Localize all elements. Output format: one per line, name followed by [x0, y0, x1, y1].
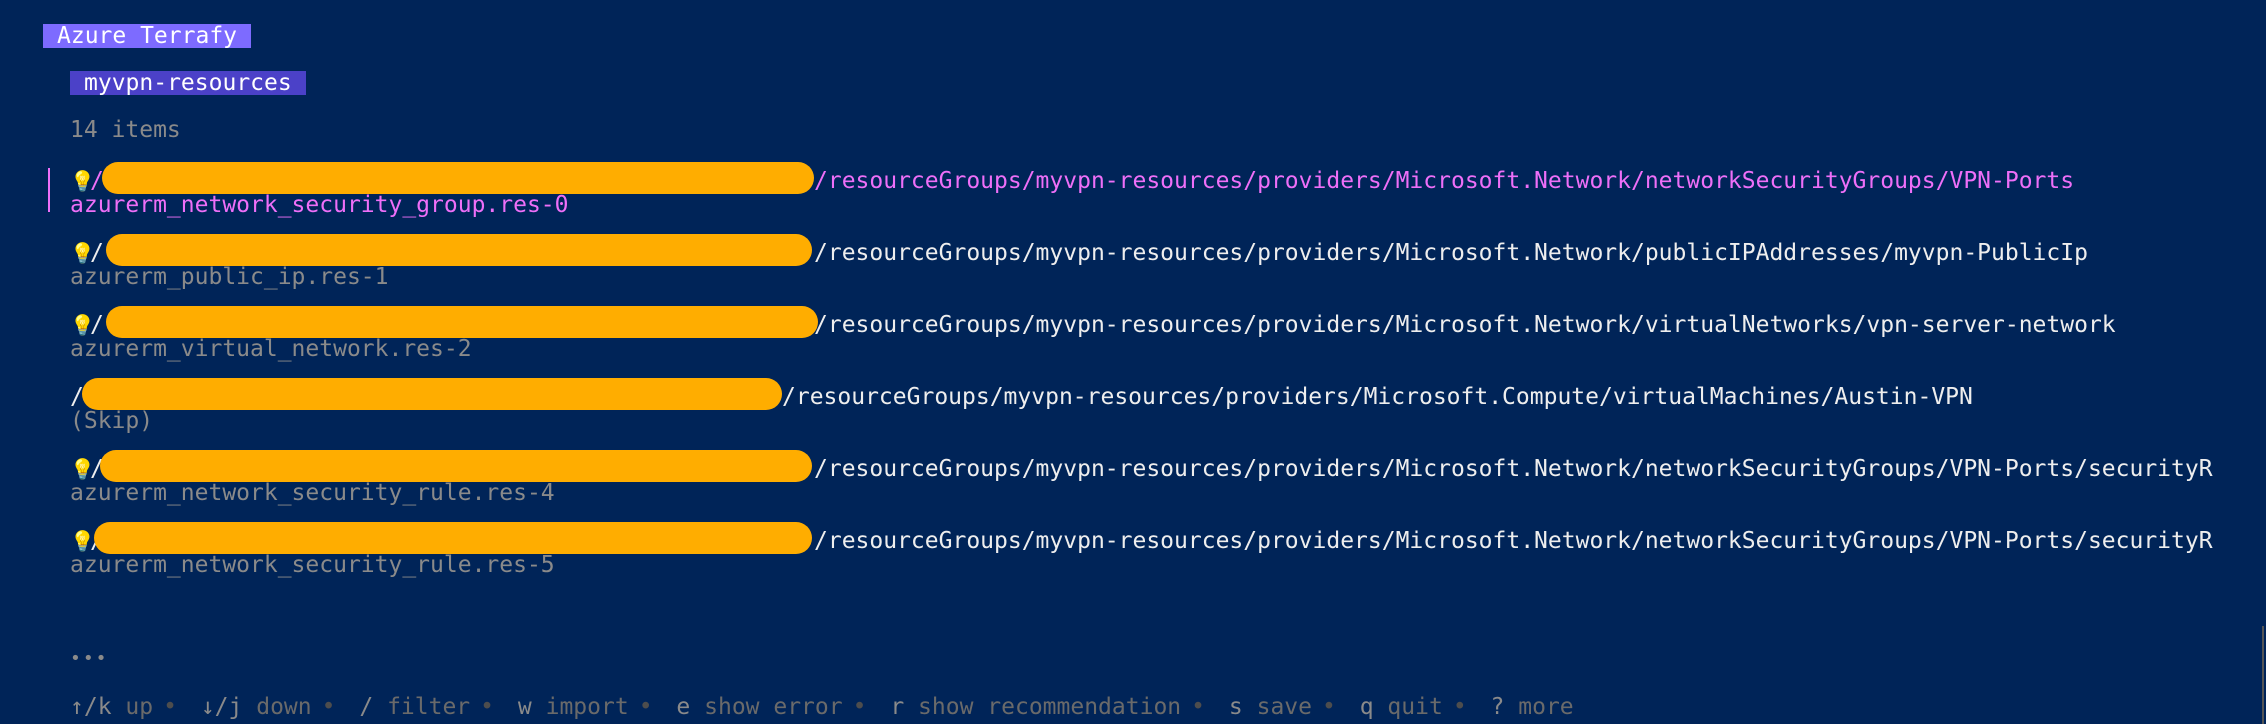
help-key: r — [890, 694, 905, 720]
lightbulb-icon: 💡 — [70, 241, 95, 265]
help-label: save — [1256, 694, 1312, 720]
separator: • — [163, 694, 177, 720]
redaction-mark — [94, 522, 812, 554]
list-item[interactable]: 💡/ /resourceGroups/myvpn-resources/provi… — [70, 306, 2250, 364]
resource-path: /resourceGroups/myvpn-resources/provider… — [814, 528, 2213, 554]
help-label: filter — [387, 694, 471, 720]
separator: • — [480, 694, 495, 720]
resource-path: /resourceGroups/myvpn-resources/provider… — [814, 240, 2088, 266]
scrollbar[interactable] — [2262, 626, 2264, 724]
help-key: ↑/k — [70, 694, 112, 720]
lightbulb-icon: 💡 — [70, 169, 95, 193]
resource-path: /resourceGroups/myvpn-resources/provider… — [782, 384, 1973, 410]
id-prefix: / — [90, 240, 104, 266]
help-key: ↓/j — [200, 694, 243, 720]
help-label: up — [125, 694, 154, 720]
help-bar: ↑/k up • ↓/j down • / filter • w import • e … — [70, 694, 1574, 720]
help-key: q — [1359, 694, 1374, 720]
redaction-mark — [102, 162, 814, 194]
redaction-mark — [82, 378, 782, 410]
help-label: import — [545, 694, 629, 720]
lightbulb-icon: 💡 — [70, 313, 95, 337]
separator: • — [1191, 694, 1206, 720]
redaction-mark — [106, 234, 812, 266]
help-key: s — [1228, 694, 1243, 720]
help-label: down — [256, 694, 312, 720]
redaction-mark — [100, 450, 812, 482]
separator: • — [852, 694, 867, 720]
help-key: w — [517, 694, 532, 720]
help-label: show recommendation — [918, 694, 1182, 720]
resource-mapping: azurerm_network_security_rule.res-4 — [70, 480, 555, 506]
resource-path: /resourceGroups/myvpn-resources/provider… — [814, 168, 2075, 194]
resource-path: /resourceGroups/myvpn-resources/provider… — [814, 456, 2213, 482]
lightbulb-icon: 💡 — [70, 529, 95, 553]
help-key: e — [676, 694, 691, 720]
separator: • — [1321, 694, 1336, 720]
lightbulb-icon: 💡 — [70, 457, 95, 481]
resource-mapping: azurerm_network_security_group.res-0 — [70, 192, 569, 218]
id-prefix: / — [90, 312, 104, 338]
resource-path: /resourceGroups/myvpn-resources/provider… — [814, 312, 2116, 338]
list-item[interactable]: 💡/ /resourceGroups/myvpn-resources/provi… — [70, 522, 2250, 580]
separator: • — [321, 694, 336, 720]
list-item[interactable]: 💡/ /resourceGroups/myvpn-resources/provi… — [70, 450, 2250, 508]
app-title: Azure Terrafy — [43, 24, 252, 48]
redaction-mark — [106, 306, 818, 338]
resource-mapping: azurerm_public_ip.res-1 — [70, 264, 389, 290]
list-item[interactable]: 💡/ /resourceGroups/myvpn-resources/provi… — [70, 162, 2250, 220]
list-item[interactable]: 💡/ /resourceGroups/myvpn-resources/provi… — [70, 234, 2250, 292]
help-key: ? — [1490, 694, 1505, 720]
item-count: 14 items — [70, 117, 181, 143]
selection-indicator — [48, 168, 50, 212]
help-label: show error — [704, 694, 843, 720]
resource-mapping: azurerm_network_security_rule.res-5 — [70, 552, 555, 578]
resource-mapping: azurerm_virtual_network.res-2 — [70, 336, 472, 362]
separator: • — [638, 694, 653, 720]
list-item[interactable]: / /resourceGroups/myvpn-resources/provid… — [70, 378, 2250, 436]
help-label: quit — [1387, 694, 1443, 720]
help-key: / — [359, 694, 374, 720]
pagination-dots: ••• — [70, 648, 109, 669]
separator: • — [1452, 694, 1467, 720]
help-label: more — [1518, 694, 1574, 720]
resource-mapping: (Skip) — [70, 408, 154, 434]
list-title: myvpn-resources — [70, 71, 306, 95]
